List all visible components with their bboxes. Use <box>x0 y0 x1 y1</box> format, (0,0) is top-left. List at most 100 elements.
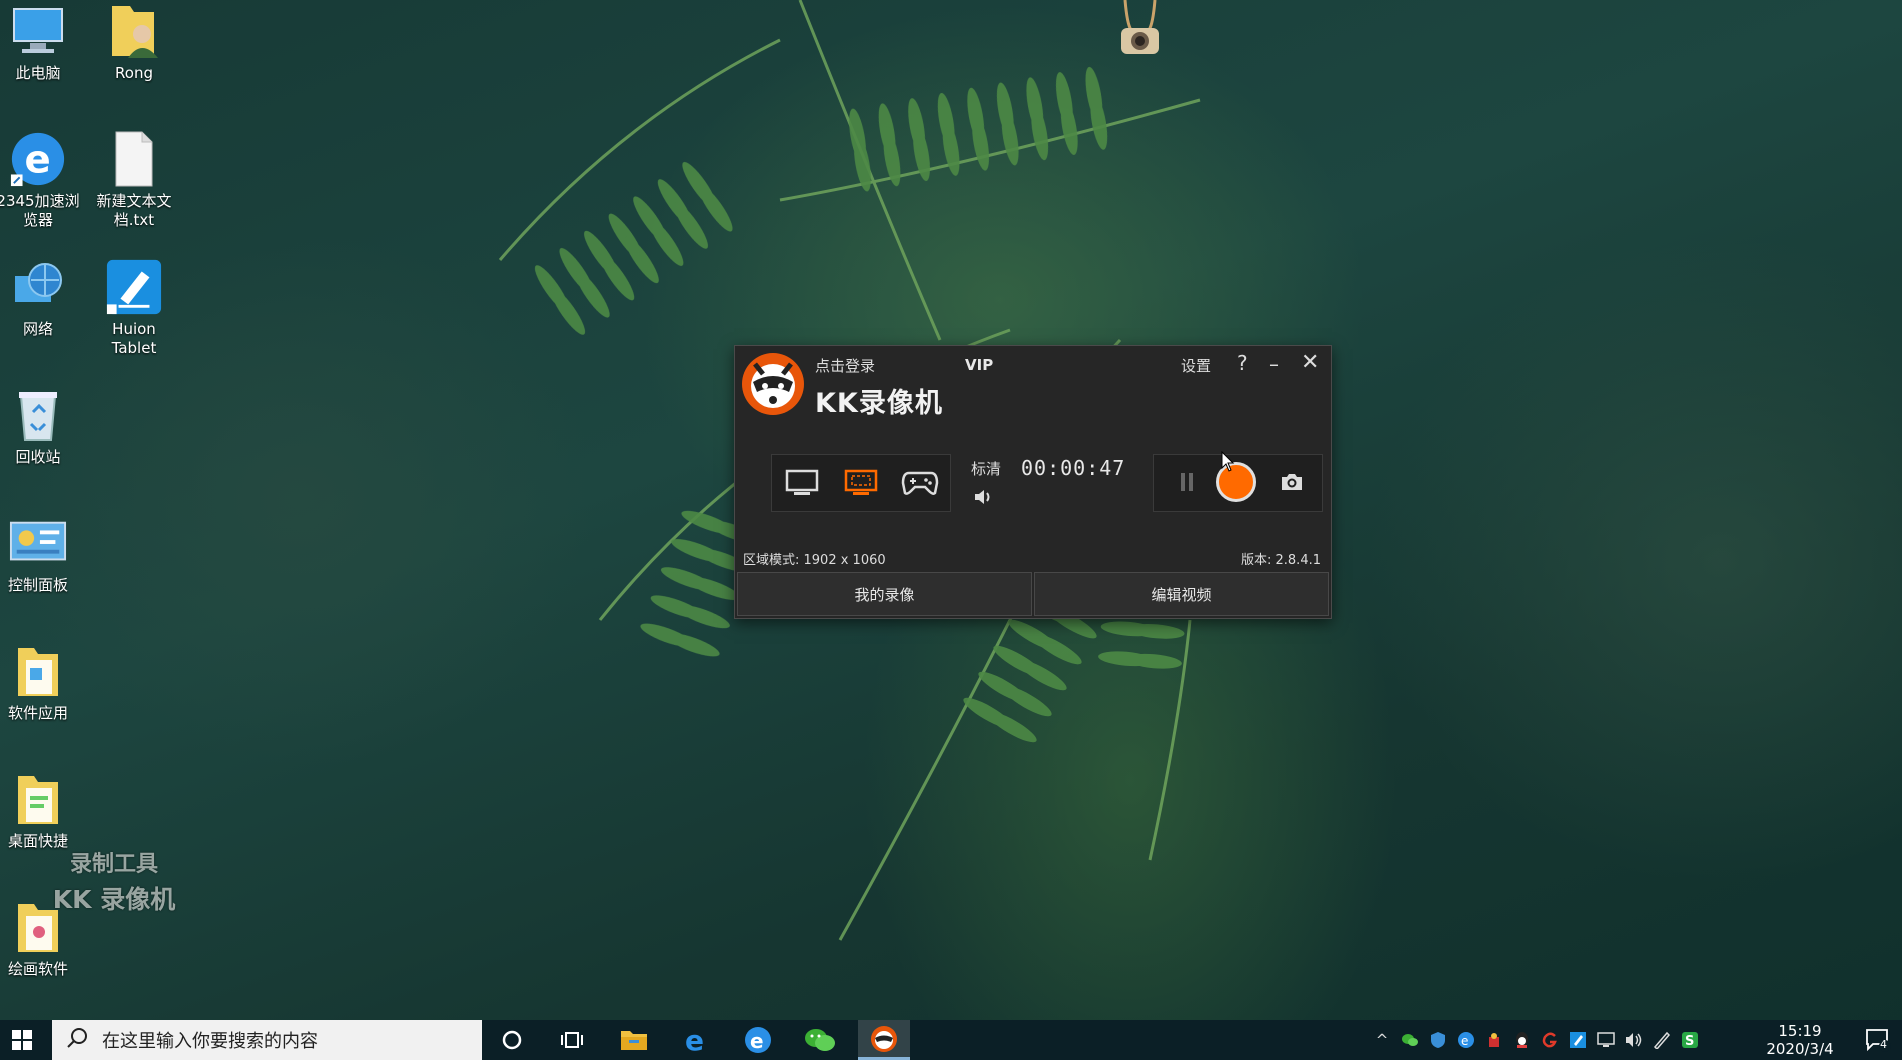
camera-icon <box>1282 474 1302 490</box>
fullscreen-mode-button[interactable] <box>782 465 822 501</box>
action-center-button[interactable]: 4 <box>1858 1020 1898 1060</box>
tray-browser-icon[interactable]: e <box>1452 1020 1480 1060</box>
desktop-icon-label: 新建文本文档.txt <box>96 192 172 229</box>
tray-shield-icon[interactable] <box>1424 1020 1452 1060</box>
vip-link[interactable]: VIP <box>965 356 993 374</box>
watermark-line-2: KK 录像机 <box>52 885 176 914</box>
desktop-icon-user-rong[interactable]: Rong <box>88 2 180 83</box>
notification-icon <box>1866 1029 1891 1052</box>
tray-sogou-icon[interactable]: S <box>1676 1020 1704 1060</box>
svg-text:e: e <box>24 138 50 183</box>
pause-icon <box>1181 473 1193 491</box>
tray-pen-icon[interactable] <box>1648 1020 1676 1060</box>
computer-icon <box>9 2 67 60</box>
recycle-bin-icon <box>9 386 67 444</box>
desktop-icon-desktop-shortcuts[interactable]: 桌面快捷 <box>0 770 84 851</box>
taskbar-search-box[interactable]: 在这里输入你要搜索的内容 <box>52 1020 482 1060</box>
tray-wechat-icon[interactable] <box>1396 1020 1424 1060</box>
clock-date: 2020/3/4 <box>1766 1040 1834 1058</box>
speaker-icon[interactable] <box>973 488 993 510</box>
cortana-circle-icon <box>502 1030 522 1050</box>
notification-count: 4 <box>1880 1038 1887 1051</box>
version-label: 版本: 2.8.4.1 <box>1241 553 1321 568</box>
close-button[interactable]: ✕ <box>1301 350 1319 375</box>
desktop-icon-label: 回收站 <box>15 448 61 466</box>
tray-expand-chevron-icon[interactable]: ^ <box>1368 1020 1396 1060</box>
desktop-icon-2345-browser[interactable]: e 2345加速浏览器 <box>0 130 84 230</box>
svg-text:e: e <box>1461 1034 1468 1048</box>
desktop-icon-software-apps[interactable]: 软件应用 <box>0 642 84 723</box>
file-explorer-icon <box>621 1031 647 1050</box>
minimize-button[interactable]: – <box>1269 352 1279 376</box>
region-mode-info: 区域模式: 1902 x 1060 <box>743 553 886 568</box>
ie-browser-icon: e <box>9 130 67 188</box>
cortana-button[interactable] <box>486 1020 538 1060</box>
user-folder-icon <box>105 2 163 60</box>
help-button[interactable]: ? <box>1237 351 1248 375</box>
tray-network-icon[interactable] <box>1592 1020 1620 1060</box>
desktop-icon-huion-tablet[interactable]: Huion Tablet <box>88 258 180 358</box>
desktop-icon-recycle-bin[interactable]: 回收站 <box>0 386 84 467</box>
tray-volume-icon[interactable] <box>1620 1020 1648 1060</box>
watermark-line-1: 录制工具 <box>69 852 158 877</box>
mouse-cursor-icon <box>1221 450 1235 477</box>
clock-time: 15:19 <box>1778 1022 1822 1040</box>
settings-button[interactable]: 设置 <box>1181 355 1211 376</box>
taskbar: 在这里输入你要搜索的内容 e e ^ e S 15:19 2020/3/4 4 <box>0 1020 1902 1060</box>
desktop-icon-label: 绘画软件 <box>7 960 68 978</box>
control-panel-icon <box>9 514 67 572</box>
browser-2345-button[interactable]: e <box>732 1020 784 1060</box>
desktop-icon-this-pc[interactable]: 此电脑 <box>0 2 84 83</box>
file-explorer-button[interactable] <box>608 1020 660 1060</box>
folder-icon <box>9 770 67 828</box>
network-globe-icon <box>9 258 67 316</box>
region-monitor-icon <box>844 469 878 495</box>
quality-selector[interactable]: 标清 <box>971 458 1001 479</box>
desktop-icon-new-text-file[interactable]: 新建文本文档.txt <box>88 130 180 230</box>
kk-recorder-taskbar-button[interactable] <box>858 1020 910 1060</box>
pause-button[interactable] <box>1178 471 1196 497</box>
svg-text:e: e <box>685 1026 704 1054</box>
tray-red-g-icon[interactable] <box>1536 1020 1564 1060</box>
desktop-icon-network[interactable]: 网络 <box>0 258 84 339</box>
app-title: KK录像机 <box>815 388 943 419</box>
desktop-icon-label: Huion Tablet <box>111 320 157 357</box>
screenshot-button[interactable] <box>1280 471 1304 497</box>
wechat-button[interactable] <box>794 1020 846 1060</box>
folder-icon <box>9 642 67 700</box>
edit-video-button[interactable]: 编辑视频 <box>1034 572 1329 616</box>
kk-raccoon-icon <box>871 1025 897 1052</box>
gamepad-icon <box>902 471 939 495</box>
bottom-actions: 我的录像 编辑视频 <box>737 572 1329 616</box>
wechat-icon <box>805 1029 835 1051</box>
monitor-icon <box>785 469 818 495</box>
system-tray: ^ e S <box>1368 1020 1704 1060</box>
ie-icon: e <box>745 1027 771 1053</box>
tray-huion-icon[interactable] <box>1564 1020 1592 1060</box>
desktop-icon-label: 2345加速浏览器 <box>0 192 80 229</box>
tray-app-icon[interactable] <box>1480 1020 1508 1060</box>
svg-text:S: S <box>1685 1034 1694 1049</box>
svg-text:e: e <box>750 1029 764 1053</box>
task-view-button[interactable] <box>546 1020 598 1060</box>
desktop-icon-label: Rong <box>115 64 153 82</box>
video-watermark: 录制工具 KK 录像机 <box>34 846 194 916</box>
login-link[interactable]: 点击登录 <box>815 355 875 376</box>
text-file-icon <box>105 130 163 188</box>
desktop-icon-label: 控制面板 <box>7 576 68 594</box>
region-mode-button[interactable] <box>841 465 881 501</box>
desktop-icon-label: 网络 <box>22 320 53 338</box>
kk-raccoon-logo-icon <box>741 352 805 416</box>
tray-qq-icon[interactable] <box>1508 1020 1536 1060</box>
huion-pen-icon <box>105 258 163 316</box>
my-recordings-button[interactable]: 我的录像 <box>737 572 1032 616</box>
kk-recorder-window: 点击登录 VIP KK录像机 设置 ? – ✕ 标清 00:00:47 区域模式… <box>734 345 1332 619</box>
taskbar-clock[interactable]: 15:19 2020/3/4 <box>1760 1022 1840 1058</box>
edge-icon: e <box>685 1026 704 1054</box>
edge-browser-button[interactable]: e <box>670 1020 722 1060</box>
desktop-icon-control-panel[interactable]: 控制面板 <box>0 514 84 595</box>
game-mode-button[interactable] <box>900 465 940 501</box>
recording-timer: 00:00:47 <box>1021 456 1126 480</box>
start-button[interactable] <box>0 1020 44 1060</box>
camera-ornament-icon <box>1115 0 1165 58</box>
